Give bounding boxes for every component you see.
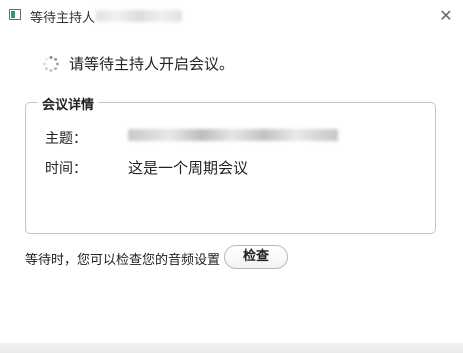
time-value: 这是一个周期会议 [128, 159, 249, 177]
redacted-title-text [96, 10, 182, 22]
spinner-icon [43, 56, 59, 72]
topic-label: 主题： [45, 131, 87, 147]
time-label: 时间： [45, 161, 87, 177]
app-window-icon [9, 9, 21, 20]
waiting-message: 请等待主持人开启会议。 [69, 55, 235, 73]
audio-check-hint: 等待时，您可以检查您的音频设置 [25, 253, 221, 268]
bottom-edge [0, 343, 463, 353]
meeting-details-legend: 会议详情 [38, 94, 99, 113]
close-icon[interactable]: ✕ [436, 6, 456, 26]
title-bar: 等待主持人 ✕ [0, 0, 463, 31]
meeting-details-group: 会议详情 主题： 时间： 这是一个周期会议 [25, 94, 436, 234]
redacted-topic-value [128, 129, 338, 141]
check-audio-button[interactable]: 检查 [224, 245, 288, 269]
window-title: 等待主持人 [30, 11, 96, 26]
